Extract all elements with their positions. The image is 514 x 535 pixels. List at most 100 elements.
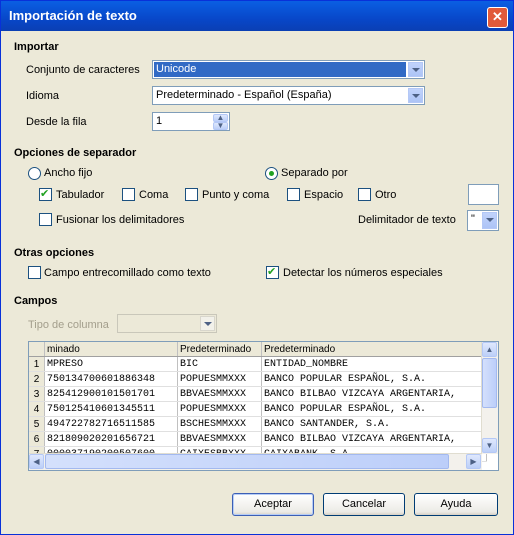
other-checkbox[interactable] — [358, 188, 371, 201]
table-cell: BBVAESMMXXX — [177, 386, 262, 402]
tab-checkbox[interactable] — [39, 187, 52, 201]
scroll-down-icon[interactable]: ▼ — [482, 438, 497, 453]
other-input[interactable] — [468, 184, 499, 205]
charset-value: Unicode — [154, 62, 406, 77]
column-type-label: Tipo de columna — [28, 319, 109, 331]
spin-down-icon[interactable]: ▼ — [213, 122, 228, 130]
table-cell: BIC — [177, 356, 262, 372]
vertical-scroll-thumb[interactable] — [482, 358, 497, 408]
language-value: Predeterminado - Español (España) — [156, 89, 332, 101]
comma-checkbox[interactable] — [122, 188, 135, 201]
scroll-right-icon[interactable]: ▶ — [466, 454, 481, 469]
table-cell: 750134700601886348 — [44, 371, 178, 387]
space-label: Espacio — [304, 189, 344, 201]
spin-buttons[interactable]: ▲ ▼ — [213, 114, 228, 130]
table-row[interactable]: 2 750134700601886348 POPUESMMXXX BANCO P… — [29, 371, 487, 387]
close-icon: ✕ — [492, 9, 503, 24]
vertical-scrollbar[interactable]: ▲ ▼ — [481, 342, 498, 454]
table-row[interactable]: 3 825412900101501701 BBVAESMMXXX BANCO B… — [29, 386, 487, 402]
row-number: 3 — [29, 386, 45, 402]
fixed-width-label: Ancho fijo — [44, 167, 93, 179]
chevron-down-icon[interactable] — [408, 88, 423, 103]
from-row-value: 1 — [156, 115, 163, 127]
table-cell: 750125410601345511 — [44, 401, 178, 417]
quoted-field-checkbox[interactable] — [28, 266, 41, 279]
column-header[interactable]: Predeterminado — [261, 342, 487, 357]
merge-delimiters-checkbox[interactable] — [39, 213, 52, 226]
table-cell: BBVAESMMXXX — [177, 431, 262, 447]
cancel-button[interactable]: Cancelar — [323, 493, 405, 516]
other-options-heading: Otras opciones — [14, 247, 95, 259]
window-title: Importación de texto — [9, 8, 137, 23]
table-cell: BANCO SANTANDER, S.A. — [261, 416, 487, 432]
table-cell: BANCO POPULAR ESPAÑOL, S.A. — [261, 371, 487, 387]
table-cell: BANCO BILBAO VIZCAYA ARGENTARIA, — [261, 431, 487, 447]
semicolon-label: Punto y coma — [202, 189, 270, 201]
other-value — [470, 186, 472, 201]
table-cell: POPUESMMXXX — [177, 371, 262, 387]
space-checkbox[interactable] — [287, 188, 300, 201]
semicolon-checkbox[interactable] — [185, 188, 198, 201]
preview-table: minado Predeterminado Predeterminado 1 M… — [29, 342, 487, 462]
column-type-value — [119, 316, 121, 331]
from-row-label: Desde la fila — [26, 116, 87, 128]
tab-label: Tabulador — [56, 189, 105, 201]
table-row[interactable]: 1 MPRESO BIC ENTIDAD_NOMBRE — [29, 356, 487, 372]
table-cell: 494722782716511585 — [44, 416, 178, 432]
text-delimiter-label: Delimitador de texto — [358, 214, 456, 226]
table-cell: BSCHESMMXXX — [177, 416, 262, 432]
detect-special-numbers-label: Detectar los números especiales — [283, 267, 443, 279]
merge-delimiters-label: Fusionar los delimitadores — [56, 214, 185, 226]
table-cell: MPRESO — [44, 356, 178, 372]
comma-label: Coma — [139, 189, 169, 201]
table-cell: BANCO BILBAO VIZCAYA ARGENTARIA, — [261, 386, 487, 402]
fixed-width-radio[interactable] — [28, 167, 41, 180]
table-cell: POPUESMMXXX — [177, 401, 262, 417]
text-delimiter-value: " — [471, 213, 475, 225]
column-type-select[interactable] — [117, 314, 217, 333]
detect-special-numbers-checkbox[interactable] — [266, 265, 279, 279]
table-row[interactable]: 6 821809020201656721 BBVAESMMXXX BANCO B… — [29, 431, 487, 447]
table-cell: 821809020201656721 — [44, 431, 178, 447]
quoted-field-label: Campo entrecomillado como texto — [44, 267, 211, 279]
title-bar[interactable]: Importación de texto ✕ — [1, 1, 513, 31]
corner-cell — [29, 342, 45, 357]
column-header[interactable]: Predeterminado — [177, 342, 262, 357]
chevron-down-icon[interactable] — [482, 212, 497, 229]
chevron-down-icon[interactable] — [200, 316, 215, 331]
table-cell: 825412900101501701 — [44, 386, 178, 402]
separated-by-radio[interactable] — [265, 167, 278, 180]
scroll-up-icon[interactable]: ▲ — [482, 342, 497, 357]
other-label: Otro — [375, 189, 397, 201]
text-delimiter-select[interactable]: " — [467, 210, 499, 231]
table-cell: ENTIDAD_NOMBRE — [261, 356, 487, 372]
language-select[interactable]: Predeterminado - Español (España) — [152, 86, 425, 105]
language-label: Idioma — [26, 90, 60, 102]
row-number: 4 — [29, 401, 45, 417]
column-header-row: minado Predeterminado Predeterminado — [29, 342, 487, 357]
fields-heading: Campos — [14, 295, 58, 307]
row-number: 2 — [29, 371, 45, 387]
import-heading: Importar — [14, 41, 59, 53]
chevron-down-icon[interactable] — [408, 62, 423, 77]
horizontal-scrollbar[interactable]: ◀ ▶ — [29, 453, 482, 470]
from-row-spinner[interactable]: 1 ▲ ▼ — [152, 112, 230, 131]
column-header[interactable]: minado — [44, 342, 178, 357]
close-button[interactable]: ✕ — [487, 7, 508, 28]
table-row[interactable]: 4 750125410601345511 POPUESMMXXX BANCO P… — [29, 401, 487, 417]
separator-heading: Opciones de separador — [14, 147, 137, 159]
charset-label: Conjunto de caracteres — [26, 64, 140, 76]
row-number: 6 — [29, 431, 45, 447]
import-text-dialog: Importación de texto ✕ Importar Conjunto… — [0, 0, 514, 535]
preview-grid[interactable]: minado Predeterminado Predeterminado 1 M… — [28, 341, 499, 471]
help-button[interactable]: Ayuda — [414, 493, 498, 516]
separated-by-label: Separado por — [281, 167, 348, 179]
accept-button[interactable]: Aceptar — [232, 493, 314, 516]
charset-select[interactable]: Unicode — [152, 60, 425, 79]
row-number: 5 — [29, 416, 45, 432]
horizontal-scroll-thumb[interactable] — [45, 454, 449, 469]
table-row[interactable]: 5 494722782716511585 BSCHESMMXXX BANCO S… — [29, 416, 487, 432]
table-cell: BANCO POPULAR ESPAÑOL, S.A. — [261, 401, 487, 417]
row-number: 1 — [29, 356, 45, 372]
scroll-left-icon[interactable]: ◀ — [29, 454, 44, 469]
